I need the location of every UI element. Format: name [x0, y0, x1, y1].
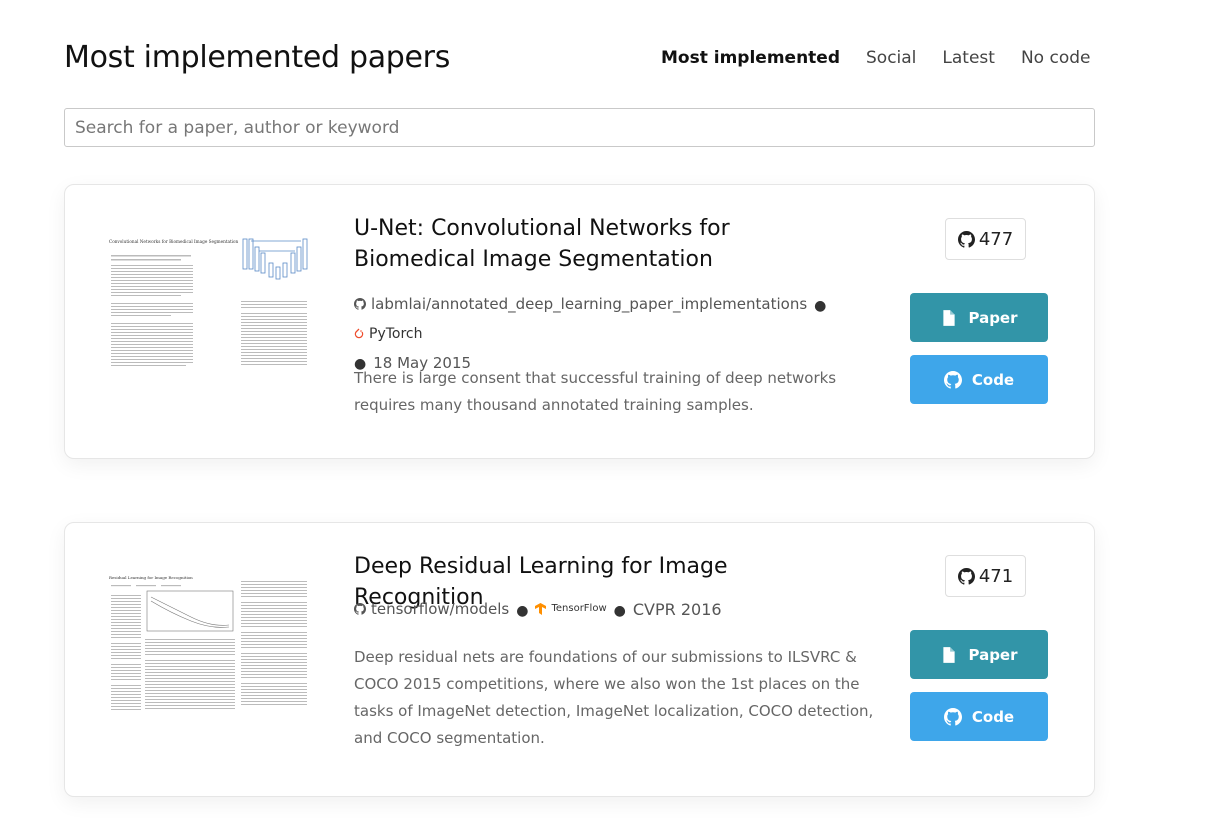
framework-name: TensorFlow	[551, 603, 607, 614]
paper-abstract: Deep residual nets are foundations of ou…	[354, 648, 874, 747]
paper-button-label: Paper	[968, 308, 1018, 327]
framework-badge: PyTorch	[354, 320, 422, 348]
svg-text:Convolutional Networks for Bio: Convolutional Networks for Biomedical Im…	[109, 239, 239, 244]
paper-abstract: There is large consent that successful t…	[354, 369, 837, 414]
tensorflow-icon	[535, 603, 547, 615]
svg-text:Residual Learning for Image Re: Residual Learning for Image Recognition	[109, 575, 193, 580]
repo-link[interactable]: tensorflow/models	[354, 595, 509, 623]
tab-social[interactable]: Social	[866, 48, 916, 68]
search-input[interactable]	[64, 108, 1095, 147]
github-icon	[943, 707, 962, 726]
github-icon	[943, 370, 962, 389]
separator-dot: ●	[814, 298, 827, 314]
github-stars-badge[interactable]: 477	[945, 218, 1026, 260]
paper-venue: CVPR 2016	[632, 600, 722, 619]
code-button[interactable]: Code	[910, 355, 1048, 404]
code-button-label: Code	[971, 707, 1015, 726]
repo-name: tensorflow/models	[371, 600, 510, 618]
paper-card: Residual Learning for Image Recognition	[64, 522, 1095, 797]
code-button-label: Code	[971, 370, 1015, 389]
separator-dot: ●	[516, 603, 529, 619]
star-count: 471	[978, 565, 1014, 587]
document-icon	[943, 646, 956, 663]
tab-latest[interactable]: Latest	[942, 48, 995, 68]
paper-button[interactable]: Paper	[910, 293, 1048, 342]
github-icon	[354, 298, 366, 310]
framework-name: PyTorch	[369, 326, 423, 342]
paper-card: Convolutional Networks for Biomedical Im…	[64, 184, 1095, 459]
document-icon	[943, 309, 956, 326]
paper-thumbnail[interactable]: Residual Learning for Image Recognition	[101, 567, 313, 715]
pytorch-icon	[354, 328, 364, 339]
tab-most-implemented[interactable]: Most implemented	[661, 48, 840, 68]
github-stars-badge[interactable]: 471	[945, 555, 1026, 597]
framework-badge: TensorFlow	[535, 595, 607, 623]
separator-dot: ●	[613, 603, 626, 619]
github-icon	[957, 567, 975, 585]
paper-thumbnail[interactable]: Convolutional Networks for Biomedical Im…	[101, 229, 313, 377]
page-title: Most implemented papers	[64, 40, 451, 75]
tab-no-code[interactable]: No code	[1021, 48, 1091, 68]
paper-button-label: Paper	[968, 645, 1018, 664]
paper-title[interactable]: U-Net: Convolutional Networks for Biomed…	[354, 213, 854, 275]
paper-thumbnail-image: Convolutional Networks for Biomedical Im…	[109, 238, 308, 366]
github-icon	[957, 230, 975, 248]
star-count: 477	[978, 228, 1014, 250]
paper-meta: tensorflow/models ● TensorFlow ● CVPR 201…	[354, 595, 874, 625]
sort-tabs: Most implemented Social Latest No code	[661, 48, 1090, 68]
paper-thumbnail-image: Residual Learning for Image Recognition	[109, 575, 307, 710]
code-button[interactable]: Code	[910, 692, 1048, 741]
repo-link[interactable]: labmlai/annotated_deep_learning_paper_im…	[354, 290, 807, 318]
github-icon	[354, 603, 366, 615]
paper-button[interactable]: Paper	[910, 630, 1048, 679]
repo-name: labmlai/annotated_deep_learning_paper_im…	[371, 295, 808, 313]
